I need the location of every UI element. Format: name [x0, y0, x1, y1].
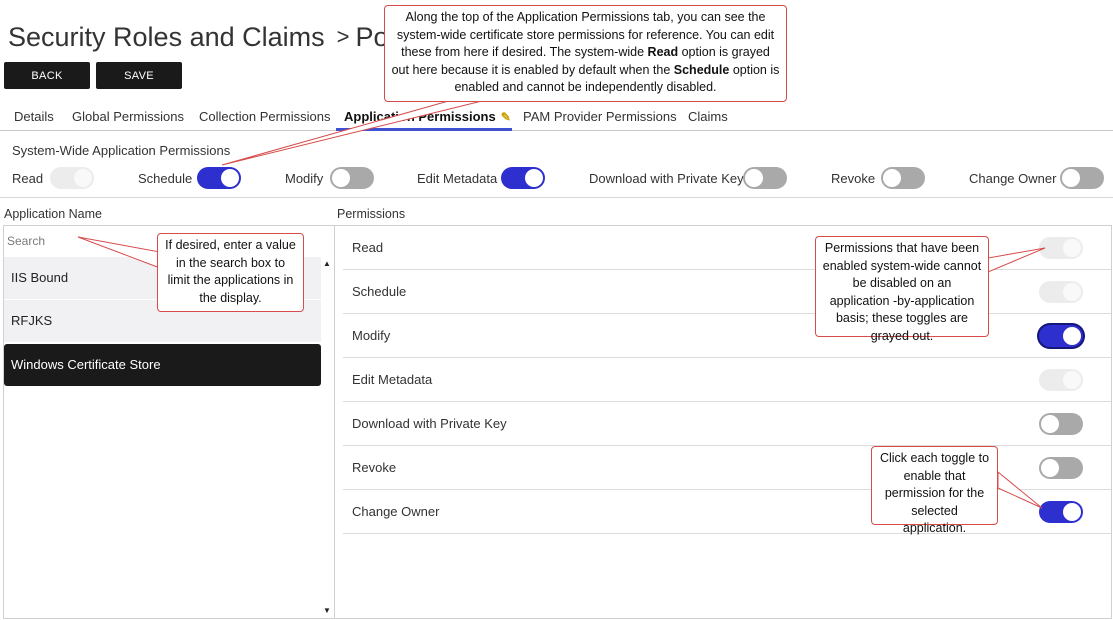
application-name-header: Application Name [4, 207, 102, 221]
toggle-knob [745, 169, 763, 187]
permission-row-read: Read [343, 226, 1111, 270]
permission-label-revoke: Revoke [352, 460, 397, 475]
permission-toggle-change-owner[interactable] [1039, 501, 1083, 523]
permission-row-schedule: Schedule [343, 270, 1111, 314]
toggle-knob [1063, 327, 1081, 345]
scroll-up-arrow-icon[interactable]: ▲ [323, 259, 331, 268]
permission-row-edit-metadata: Edit Metadata [343, 358, 1111, 402]
callout-grayed-info: Permissions that have been enabled syste… [815, 236, 989, 343]
permission-label-modify: Modify [352, 328, 391, 343]
toggle-knob [74, 169, 92, 187]
sw-toggle-modify[interactable] [330, 167, 374, 189]
permissions-header: Permissions [337, 207, 406, 221]
tab-global-permissions[interactable]: Global Permissions [72, 109, 184, 124]
tab-bar: Details Global Permissions Collection Pe… [0, 104, 1113, 131]
permission-label-edit-metadata: Edit Metadata [352, 372, 433, 387]
active-tab-indicator [336, 128, 512, 131]
callout-top-bold-read: Read [647, 45, 679, 59]
permission-label-schedule: Schedule [352, 284, 407, 299]
save-button[interactable]: SAVE [96, 62, 182, 89]
permission-label-read: Read [352, 240, 384, 255]
toggle-knob [1063, 239, 1081, 257]
back-button[interactable]: BACK [4, 62, 90, 89]
callout-search-info: If desired, enter a value in the search … [157, 233, 304, 312]
toggle-knob [1041, 415, 1059, 433]
toggle-knob [525, 169, 543, 187]
sw-label-modify: Modify [285, 171, 324, 186]
search-input[interactable] [7, 232, 147, 250]
sw-toggle-change-owner[interactable] [1060, 167, 1104, 189]
toggle-knob [1063, 283, 1081, 301]
page-title-text: Security Roles and Claims [8, 22, 325, 52]
callout-toggle-info: Click each toggle to enable that permiss… [871, 446, 998, 535]
system-wide-permissions: Read Schedule Modify Edit Metadata Downl… [0, 165, 1113, 191]
sw-label-edit-metadata: Edit Metadata [417, 171, 498, 186]
sw-label-schedule: Schedule [138, 171, 193, 186]
system-wide-title: System-Wide Application Permissions [12, 143, 231, 158]
permission-toggle-download-private-key[interactable] [1039, 413, 1083, 435]
permission-row-download-private-key: Download with Private Key [343, 402, 1111, 446]
toggle-knob [1063, 503, 1081, 521]
breadcrumb-separator: > [336, 24, 350, 49]
toggle-knob [1062, 169, 1080, 187]
application-item-windows-certificate-store[interactable]: Windows Certificate Store [4, 344, 321, 386]
toggle-knob [332, 169, 350, 187]
sw-label-change-owner: Change Owner [969, 171, 1057, 186]
sw-toggle-read [50, 167, 94, 189]
tab-collection-permissions[interactable]: Collection Permissions [199, 109, 331, 124]
permission-toggle-read [1039, 237, 1083, 259]
sw-toggle-schedule[interactable] [197, 167, 241, 189]
page-title: Security Roles and Claims > Pow [8, 22, 408, 53]
edited-badge-icon: ✎ [500, 110, 511, 124]
tab-application-permissions[interactable]: Application Permissions ✎ [344, 109, 511, 124]
permissions-panel: Read Schedule Modify Edit Metadata Downl… [334, 225, 1112, 619]
sw-label-download-private-key: Download with Private Key [589, 171, 744, 186]
sw-toggle-edit-metadata[interactable] [501, 167, 545, 189]
permission-label-change-owner: Change Owner [352, 504, 440, 519]
permission-row-modify: Modify [343, 314, 1111, 358]
sw-label-revoke: Revoke [831, 171, 876, 186]
tab-application-permissions-label: Application Permissions [344, 109, 496, 124]
callout-top-bold-schedule: Schedule [673, 62, 730, 77]
tab-claims[interactable]: Claims [688, 109, 728, 124]
divider [0, 197, 1113, 198]
sw-label-read: Read [12, 171, 44, 186]
sw-toggle-revoke[interactable] [881, 167, 925, 189]
tab-details[interactable]: Details [14, 109, 54, 124]
sw-toggle-download-private-key[interactable] [743, 167, 787, 189]
scroll-down-arrow-icon[interactable]: ▼ [323, 606, 331, 615]
permission-toggle-modify[interactable] [1039, 325, 1083, 347]
permission-toggle-edit-metadata [1039, 369, 1083, 391]
toggle-knob [1063, 371, 1081, 389]
toggle-knob [883, 169, 901, 187]
tab-pam-provider-permissions[interactable]: PAM Provider Permissions [523, 109, 677, 124]
permission-toggle-schedule [1039, 281, 1083, 303]
callout-system-wide-info: Along the top of the Application Permiss… [384, 5, 787, 102]
permission-toggle-revoke[interactable] [1039, 457, 1083, 479]
toggle-knob [221, 169, 239, 187]
toggle-knob [1041, 459, 1059, 477]
permission-label-download-private-key: Download with Private Key [352, 416, 507, 431]
